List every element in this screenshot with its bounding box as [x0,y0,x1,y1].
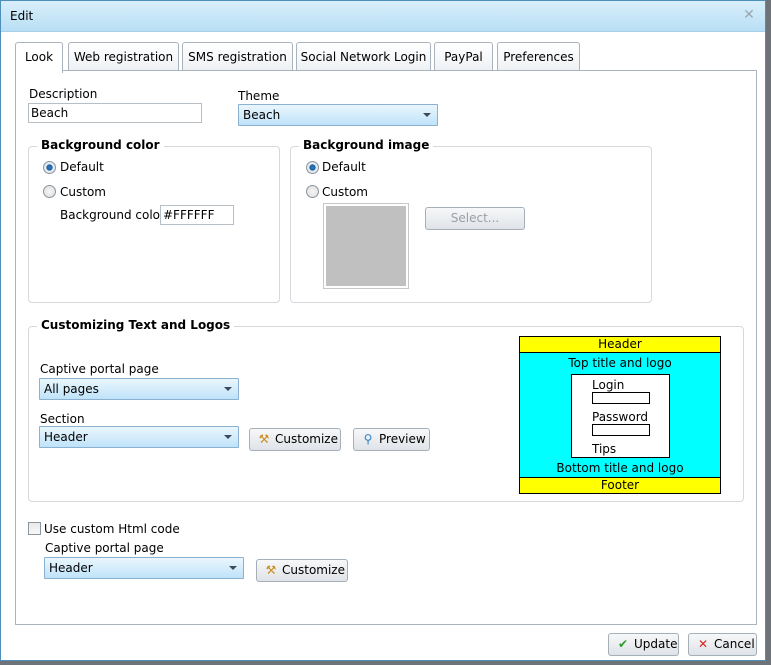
bg-color-default-radio[interactable] [43,161,56,174]
customize-button[interactable]: ⚒ Customize [249,428,341,451]
preview-password-field [592,424,650,436]
window-title: Edit [10,9,34,23]
description-input[interactable]: Beach [28,103,202,123]
theme-label: Theme [238,89,280,103]
captive-page-select[interactable]: All pages [39,378,239,400]
tab-sms-registration[interactable]: SMS registration [182,42,293,71]
description-label: Description [29,87,98,101]
preview-login-field [592,392,650,404]
custom-html-label: Use custom Html code [44,522,180,536]
preview-footer[interactable]: Footer [520,477,720,493]
bg-image-default-label: Default [322,160,366,174]
tab-social-network-login[interactable]: Social Network Login [296,42,431,71]
select-image-button[interactable]: Select... [425,207,525,230]
title-bar: Edit ✕ [1,1,765,32]
preview-password-label: Password [592,410,649,424]
customizing-title: Customizing Text and Logos [37,318,235,332]
preview-header[interactable]: Header [520,337,720,353]
tab-look[interactable]: Look [15,42,63,73]
preview-button[interactable]: ⚲ Preview [353,428,430,451]
theme-select-value: Beach [243,108,281,122]
bg-color-custom-label: Custom [60,185,106,199]
cross-icon: ✕ [697,637,709,651]
background-image-thumbnail [323,203,409,289]
preview-button-label: Preview [379,432,426,446]
captive-page-select-value: All pages [44,382,99,396]
preview-login-label: Login [592,378,625,392]
custom-html-page-label: Captive portal page [45,541,164,555]
preview-top-title[interactable]: Top title and logo [520,356,720,370]
tools-icon: ⚒ [258,432,270,446]
section-label: Section [40,412,85,426]
customize-button-label: Customize [275,432,338,446]
update-button-label: Update [634,637,678,651]
background-color-title: Background color [37,138,164,152]
captive-page-label: Captive portal page [40,362,159,376]
close-icon[interactable]: ✕ [742,8,756,22]
bg-color-default-label: Default [60,160,104,174]
preview-tips[interactable]: Tips [592,442,616,456]
preview-login-box: Login Password Tips [571,374,670,458]
layout-preview: Header Top title and logo Login Password… [519,336,721,494]
custom-html-page-select-value: Header [49,561,93,575]
bg-image-custom-label: Custom [322,185,368,199]
chevron-down-icon [229,566,237,570]
section-select-value: Header [44,430,88,444]
checkmark-icon: ✔ [617,637,629,651]
tab-web-registration[interactable]: Web registration [68,42,179,71]
tab-paypal[interactable]: PayPal [434,42,493,71]
tools-icon: ⚒ [265,563,277,577]
custom-html-page-select[interactable]: Header [44,557,244,579]
bg-color-custom-radio[interactable] [43,185,56,198]
custom-html-customize-label: Customize [282,563,345,577]
bg-image-default-radio[interactable] [306,161,319,174]
theme-select[interactable]: Beach [238,104,438,126]
tab-preferences[interactable]: Preferences [497,42,580,71]
magnifier-icon: ⚲ [363,432,373,446]
bg-color-input[interactable]: #FFFFFF [160,205,234,225]
chevron-down-icon [224,387,232,391]
preview-bottom-title[interactable]: Bottom title and logo [520,461,720,475]
chevron-down-icon [423,113,431,117]
custom-html-customize-button[interactable]: ⚒ Customize [256,559,348,582]
update-button[interactable]: ✔ Update [608,633,679,656]
custom-html-checkbox[interactable] [28,522,41,535]
bg-image-custom-radio[interactable] [306,185,319,198]
section-select[interactable]: Header [39,426,239,448]
cancel-button-label: Cancel [714,637,755,651]
background-image-title: Background image [299,138,434,152]
edit-dialog: Edit ✕ Look Web registration SMS registr… [0,0,766,661]
cancel-button[interactable]: ✕ Cancel [688,633,757,656]
bg-color-value-label: Background color [60,208,165,222]
chevron-down-icon [224,435,232,439]
